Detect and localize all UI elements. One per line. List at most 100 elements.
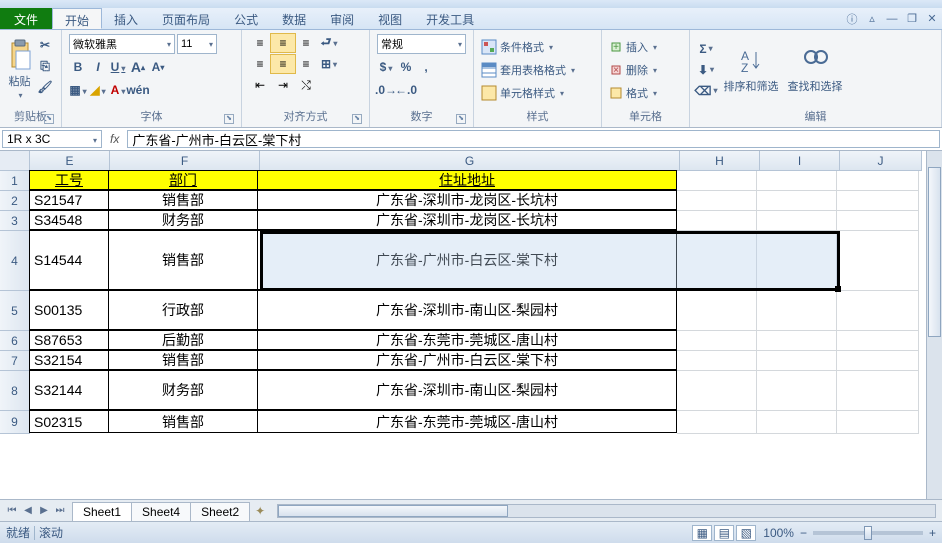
tab-view[interactable]: 视图	[366, 8, 414, 29]
cell[interactable]	[677, 211, 757, 231]
sheet-nav-last-icon[interactable]: ⏭	[52, 505, 68, 516]
tab-file[interactable]: 文件	[0, 8, 52, 29]
cell[interactable]	[677, 411, 757, 434]
cell[interactable]: 住址地址	[257, 170, 677, 190]
cell[interactable]	[757, 171, 837, 191]
fill-color-button[interactable]: ◢	[89, 80, 107, 100]
tab-home[interactable]: 开始	[52, 8, 102, 29]
sheet-tab[interactable]: Sheet4	[131, 502, 191, 521]
cell[interactable]: 广东省-深圳市-南山区-梨园村	[257, 290, 677, 330]
wrap-text-button[interactable]: ⮐	[320, 33, 338, 53]
merge-cells-button[interactable]: ⊞	[320, 54, 338, 74]
sheet-tab[interactable]: Sheet2	[190, 502, 250, 521]
tab-developer[interactable]: 开发工具	[414, 8, 486, 29]
comma-format-button[interactable]: ,	[417, 57, 435, 77]
cell[interactable]	[837, 411, 919, 434]
horizontal-scrollbar[interactable]	[277, 504, 936, 518]
formula-input[interactable]: 广东省-广州市-白云区-棠下村	[127, 130, 940, 148]
cell[interactable]	[837, 371, 919, 411]
number-launcher-icon[interactable]: ⬊	[456, 114, 466, 124]
sheet-nav-prev-icon[interactable]: ◀	[20, 505, 36, 516]
row-header[interactable]: 2	[0, 191, 30, 211]
shrink-font-button[interactable]: A▾	[149, 57, 167, 77]
cell[interactable]: 广东省-广州市-白云区-棠下村	[257, 230, 677, 290]
worksheet-grid[interactable]: EFGHIJ 123456789 工号部门住址地址S21547销售部广东省-深圳…	[0, 151, 942, 499]
sheet-nav-first-icon[interactable]: ⏮	[4, 505, 20, 516]
zoom-out-button[interactable]: −	[800, 526, 807, 540]
cell-styles-button[interactable]: 单元格样式	[481, 82, 594, 104]
underline-button[interactable]: U	[109, 57, 127, 77]
row-header[interactable]: 3	[0, 211, 30, 231]
cell[interactable]: 后勤部	[108, 330, 258, 350]
select-all-triangle[interactable]	[0, 151, 30, 171]
paste-button[interactable]: 粘贴	[5, 33, 34, 106]
vertical-scroll-thumb[interactable]	[928, 167, 941, 337]
column-header[interactable]: G	[260, 151, 680, 171]
align-right-button[interactable]: ≡	[293, 54, 319, 74]
cell[interactable]	[757, 411, 837, 434]
window-min-icon[interactable]: —	[882, 8, 902, 29]
cell[interactable]	[677, 351, 757, 371]
cell[interactable]	[757, 191, 837, 211]
sort-filter-button[interactable]: AZ 排序和筛选	[719, 33, 783, 106]
font-launcher-icon[interactable]: ⬊	[224, 114, 234, 124]
fx-icon[interactable]: fx	[110, 132, 119, 146]
cell[interactable]: S32154	[29, 350, 109, 370]
column-header[interactable]: H	[680, 151, 760, 171]
cell[interactable]: S32144	[29, 370, 109, 410]
row-header[interactable]: 6	[0, 331, 30, 351]
cell[interactable]: 财务部	[108, 210, 258, 230]
delete-cells-button[interactable]: ×删除	[609, 59, 682, 81]
font-color-button[interactable]: A	[109, 80, 127, 100]
view-pagebreak-icon[interactable]: ▧	[736, 525, 756, 541]
row-header[interactable]: 1	[0, 171, 30, 191]
font-size-dropdown[interactable]: 11	[177, 34, 217, 54]
clear-button[interactable]: ⌫	[697, 81, 715, 101]
row-header[interactable]: 9	[0, 411, 30, 434]
cell[interactable]: 广东省-广州市-白云区-棠下村	[257, 350, 677, 370]
tab-review[interactable]: 审阅	[318, 8, 366, 29]
percent-format-button[interactable]: %	[397, 57, 415, 77]
cell[interactable]	[757, 351, 837, 371]
cell[interactable]: 广东省-深圳市-龙岗区-长坑村	[257, 210, 677, 230]
find-select-button[interactable]: 查找和选择	[783, 33, 847, 106]
row-header[interactable]: 4	[0, 231, 30, 291]
view-normal-icon[interactable]: ▦	[692, 525, 712, 541]
cell[interactable]	[757, 291, 837, 331]
cell[interactable]	[677, 231, 757, 291]
cell[interactable]: S00135	[29, 290, 109, 330]
conditional-format-button[interactable]: 条件格式	[481, 36, 594, 58]
grow-font-button[interactable]: A▴	[129, 57, 147, 77]
tab-layout[interactable]: 页面布局	[150, 8, 222, 29]
cell[interactable]: 销售部	[108, 350, 258, 370]
vertical-scrollbar[interactable]	[926, 151, 942, 499]
bold-button[interactable]: B	[69, 57, 87, 77]
fill-button[interactable]: ⬇	[697, 60, 715, 80]
sheet-nav-next-icon[interactable]: ▶	[36, 505, 52, 516]
cell[interactable]	[677, 191, 757, 211]
accounting-format-button[interactable]: $	[377, 57, 395, 77]
font-name-dropdown[interactable]: 微软雅黑	[69, 34, 175, 54]
row-header[interactable]: 5	[0, 291, 30, 331]
column-header[interactable]: E	[30, 151, 110, 171]
orientation-button[interactable]: ⤭	[293, 75, 319, 95]
cell[interactable]: S21547	[29, 190, 109, 210]
cell[interactable]	[837, 191, 919, 211]
cell[interactable]: 销售部	[108, 410, 258, 433]
minimize-ribbon-icon[interactable]: ▵	[862, 8, 882, 29]
cell[interactable]: 销售部	[108, 190, 258, 210]
cell[interactable]: 广东省-深圳市-南山区-梨园村	[257, 370, 677, 410]
tab-formulas[interactable]: 公式	[222, 8, 270, 29]
cell[interactable]	[677, 171, 757, 191]
cell[interactable]: 部门	[108, 170, 258, 190]
cell[interactable]: 财务部	[108, 370, 258, 410]
sheet-tab[interactable]: Sheet1	[72, 502, 132, 521]
column-header[interactable]: I	[760, 151, 840, 171]
cell[interactable]	[757, 211, 837, 231]
tab-insert[interactable]: 插入	[102, 8, 150, 29]
row-header[interactable]: 8	[0, 371, 30, 411]
cell[interactable]	[757, 331, 837, 351]
cell[interactable]: S87653	[29, 330, 109, 350]
autosum-button[interactable]: Σ	[697, 39, 715, 59]
copy-icon[interactable]: ⎘	[36, 56, 54, 76]
